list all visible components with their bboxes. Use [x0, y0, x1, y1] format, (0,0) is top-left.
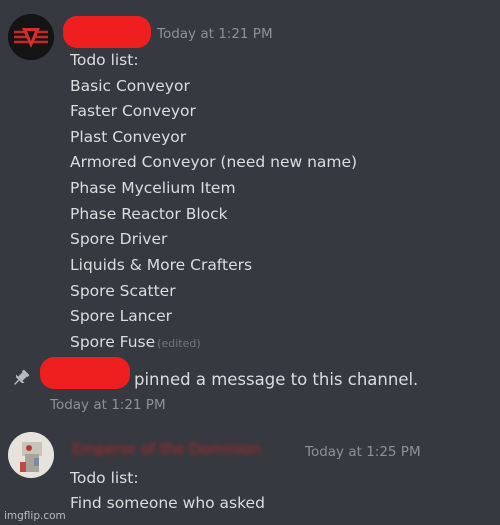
- username[interactable]: Emperor of the Dominion: [72, 440, 261, 458]
- message-timestamp: Today at 1:21 PM: [157, 26, 273, 42]
- message-line: Spore Lancer: [70, 307, 173, 325]
- message-line: Faster Conveyor: [70, 102, 196, 120]
- edited-label: (edited): [157, 337, 201, 350]
- message-line: Todo list:: [70, 51, 139, 69]
- message-line: Liquids & More Crafters: [70, 256, 253, 274]
- message-line: Plast Conveyor: [70, 128, 187, 146]
- message-line-last: Spore Fuse (edited): [70, 333, 201, 351]
- message-line: Basic Conveyor: [70, 77, 190, 95]
- message-text: Spore Fuse: [70, 333, 156, 351]
- chat-view: Today at 1:21 PM Todo list: Basic Convey…: [0, 0, 500, 525]
- message-line: Phase Reactor Block: [70, 205, 228, 223]
- message-line: Spore Driver: [70, 230, 168, 248]
- message-line: Todo list:: [70, 469, 139, 487]
- pin-icon: [10, 367, 32, 389]
- message-line: Phase Mycelium Item: [70, 179, 236, 197]
- system-message-timestamp: Today at 1:21 PM: [50, 397, 166, 413]
- message-line: Armored Conveyor (need new name): [70, 153, 358, 171]
- system-message-text: pinned a message to this channel.: [134, 370, 419, 389]
- message-timestamp: Today at 1:25 PM: [305, 444, 421, 460]
- message-line: Find someone who asked: [70, 494, 265, 512]
- watermark: imgflip.com: [4, 510, 66, 522]
- redacted-username: [63, 16, 151, 48]
- user-avatar[interactable]: [8, 432, 54, 478]
- redacted-username: [40, 357, 130, 389]
- user-avatar[interactable]: [8, 14, 54, 60]
- red-emblem-icon: [8, 14, 54, 60]
- photo-avatar-icon: [8, 432, 54, 478]
- message-line: Spore Scatter: [70, 282, 176, 300]
